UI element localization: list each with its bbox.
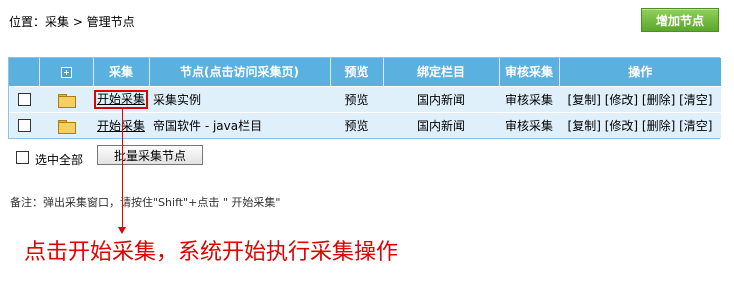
annotation-arrow-line xyxy=(122,107,123,229)
select-all-label: 选中全部 xyxy=(35,153,84,167)
note-text: 备注：弹出采集窗口，请按住"Shift"+点击 " 开始采集" xyxy=(10,196,281,209)
review-collect-link[interactable]: 审核采集 xyxy=(505,93,553,107)
select-all-checkbox[interactable] xyxy=(16,151,29,164)
start-collect-link[interactable]: 开始采集 xyxy=(97,119,145,133)
annotation-text: 点击开始采集，系统开始执行采集操作 xyxy=(24,240,399,265)
row-actions[interactable]: [复制] [修改] [删除] [清空] xyxy=(568,119,713,133)
preview-link[interactable]: 预览 xyxy=(344,93,368,107)
bound-column: 国内新闻 xyxy=(383,85,499,112)
col-review-header: 审核采集 xyxy=(499,58,560,86)
add-node-button[interactable]: 增加节点 xyxy=(641,8,719,32)
folder-icon xyxy=(58,93,76,108)
col-actions-header: 操作 xyxy=(559,58,721,86)
bound-column: 国内新闻 xyxy=(383,111,499,138)
table-header-row: 采集 节点(点击访问采集页) 预览 绑定栏目 审核采集 操作 xyxy=(9,58,721,86)
batch-collect-button[interactable]: 批量采集节点 xyxy=(97,145,203,165)
table-row: 开始采集 采集实例 预览 国内新闻 审核采集 [复制] [修改] [删除] [清… xyxy=(9,85,721,112)
col-expand-header[interactable] xyxy=(39,58,94,86)
select-all-row: 选中全部 xyxy=(16,147,83,168)
folder-icon xyxy=(58,119,76,134)
row-checkbox[interactable] xyxy=(17,119,31,133)
col-checkbox-header xyxy=(9,58,40,86)
node-name: 帝国软件 - java栏目 xyxy=(149,111,330,138)
table-row: 开始采集 帝国软件 - java栏目 预览 国内新闻 审核采集 [复制] [修改… xyxy=(9,111,721,138)
review-collect-link[interactable]: 审核采集 xyxy=(505,119,553,133)
highlight-box: 开始采集 xyxy=(93,89,148,109)
node-table: 采集 节点(点击访问采集页) 预览 绑定栏目 审核采集 操作 开始采集 采集实例… xyxy=(8,57,721,139)
breadcrumb: 位置：采集 > 管理节点 xyxy=(9,15,135,29)
row-actions[interactable]: [复制] [修改] [删除] [清空] xyxy=(568,93,713,107)
start-collect-link[interactable]: 开始采集 xyxy=(97,92,145,106)
row-checkbox[interactable] xyxy=(17,93,31,106)
col-preview-header: 预览 xyxy=(330,58,384,86)
node-name: 采集实例 xyxy=(149,85,330,112)
col-collect-header: 采集 xyxy=(93,58,150,86)
annotation-arrow-head xyxy=(118,227,126,234)
preview-link[interactable]: 预览 xyxy=(344,119,368,133)
col-node-header: 节点(点击访问采集页) xyxy=(149,58,331,86)
expand-icon[interactable] xyxy=(60,66,72,78)
col-bound-column-header: 绑定栏目 xyxy=(383,58,500,86)
